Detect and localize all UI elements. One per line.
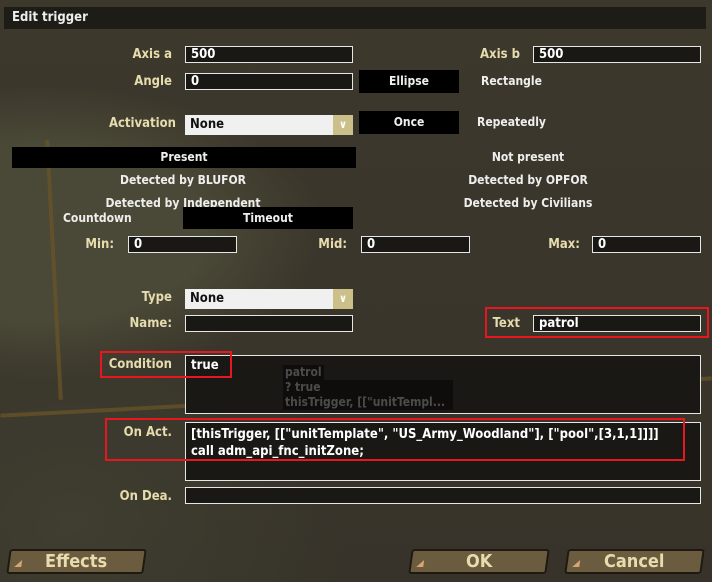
name-label: Name: [129, 316, 172, 331]
activation-value: None [190, 117, 225, 132]
name-input[interactable] [185, 315, 353, 332]
corner-triangle-icon [14, 560, 23, 567]
dialog-title: Edit trigger [4, 7, 706, 29]
detected-blufor-button[interactable]: Detected by BLUFOR [83, 173, 283, 187]
countdown-button[interactable]: Countdown [63, 211, 132, 225]
detected-opfor-button[interactable]: Detected by OPFOR [428, 173, 628, 187]
ok-label: OK [465, 551, 493, 572]
highlight-box [485, 307, 709, 338]
on-dea-label: On Dea. [119, 489, 172, 504]
effects-button[interactable]: Effects [6, 549, 147, 574]
repeatedly-button[interactable]: Repeatedly [477, 115, 546, 129]
timeout-button[interactable]: Timeout [183, 207, 353, 229]
axis-b-label: Axis b [479, 47, 520, 62]
detected-civilians-button[interactable]: Detected by Civilians [428, 196, 628, 210]
type-value: None [190, 291, 225, 306]
once-button[interactable]: Once [359, 111, 459, 134]
cancel-label: Cancel [604, 551, 665, 572]
axis-b-input[interactable]: 500 [533, 46, 701, 63]
on-dea-input[interactable] [185, 487, 701, 504]
axis-a-label: Axis a [132, 47, 172, 62]
ellipse-button[interactable]: Ellipse [359, 70, 459, 93]
not-present-button[interactable]: Not present [428, 150, 628, 164]
min-input[interactable]: 0 [128, 236, 237, 253]
chevron-down-icon[interactable]: ∨ [333, 115, 353, 135]
max-input[interactable]: 0 [592, 236, 701, 253]
effects-label: Effects [45, 551, 108, 572]
highlight-box [105, 418, 685, 461]
type-label: Type [141, 290, 172, 305]
corner-triangle-icon [572, 560, 581, 567]
chevron-down-icon[interactable]: ∨ [333, 289, 353, 309]
ok-button[interactable]: OK [408, 549, 550, 574]
highlight-box [100, 351, 232, 378]
mid-label: Mid: [318, 237, 347, 252]
present-button[interactable]: Present [12, 147, 356, 168]
type-select[interactable]: None ∨ [185, 289, 353, 309]
mid-input[interactable]: 0 [361, 236, 470, 253]
max-label: Max: [548, 237, 580, 252]
activation-select[interactable]: None ∨ [185, 115, 353, 135]
map-tooltip-line: thisTrigger, [["unitTempl... [283, 395, 453, 410]
angle-label: Angle [134, 74, 172, 89]
angle-input[interactable]: 0 [185, 73, 353, 90]
axis-a-input[interactable]: 500 [185, 46, 353, 63]
map-tooltip-line: ? true [283, 380, 453, 395]
map-tooltip-line: patrol [283, 365, 324, 380]
corner-triangle-icon [416, 560, 425, 567]
cancel-button[interactable]: Cancel [564, 549, 705, 574]
min-label: Min: [85, 237, 114, 252]
rectangle-button[interactable]: Rectangle [481, 74, 542, 88]
activation-label: Activation [108, 116, 176, 131]
